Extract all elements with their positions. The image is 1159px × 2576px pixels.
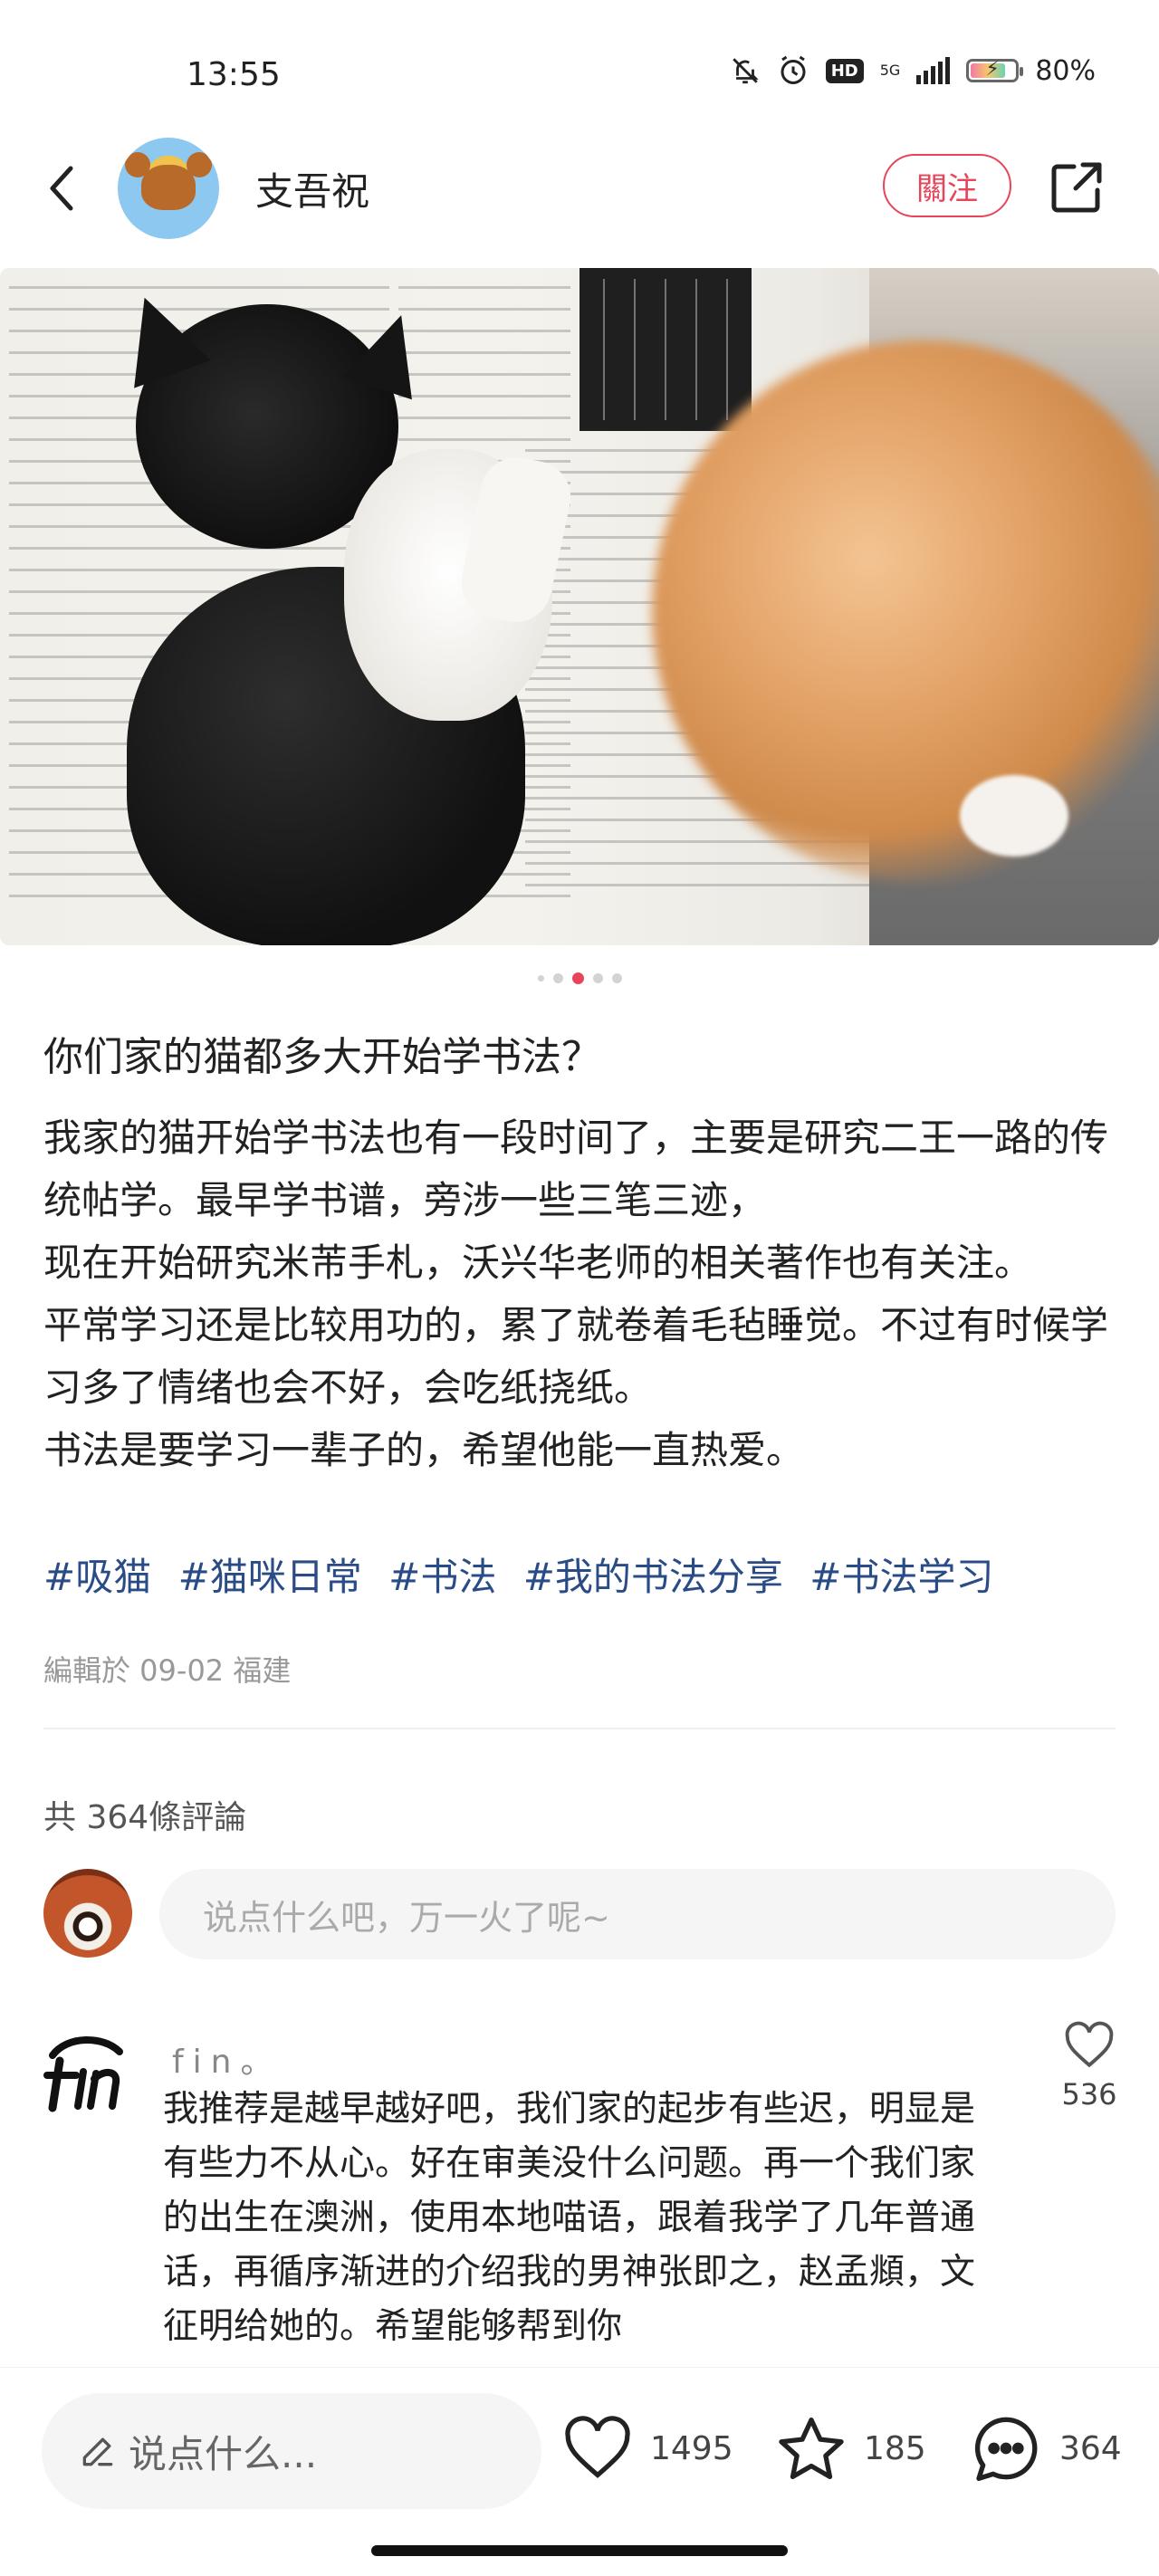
post-header: 支吾祝 關注: [0, 136, 1159, 254]
hashtag-link[interactable]: #吸猫: [43, 1555, 151, 1599]
comment-like-count: 536: [1061, 2077, 1117, 2112]
status-icons: HD 5G ⚡ 80%: [730, 54, 1096, 87]
post-body-paragraph: 书法是要学习一辈子的，希望他能一直热爱。: [43, 1428, 805, 1472]
comment-bubble-icon: [974, 2417, 1038, 2481]
back-arrow-icon[interactable]: [36, 161, 91, 215]
edit-meta: 編輯於 09-02 福建: [43, 1653, 292, 1688]
carousel-dot-active[interactable]: [571, 972, 584, 984]
comment-text: 我推荐是越早越好吧，我们家的起步有些迟，明显是有些力不从心。好在审美没什么问题。…: [163, 2089, 976, 2347]
battery-percent: 80%: [1035, 54, 1096, 87]
like-button[interactable]: 1495: [561, 2408, 733, 2489]
current-user-avatar: [43, 1869, 132, 1958]
hashtag-link[interactable]: #书法: [388, 1555, 496, 1599]
bottom-action-bar: 说点什么... 1495 185 364: [0, 2367, 1159, 2576]
bottom-input-label: 说点什么...: [129, 2431, 318, 2476]
post-title: 你们家的猫都多大开始学书法？: [43, 1034, 601, 1080]
comment-button[interactable]: 364: [969, 2408, 1122, 2489]
carousel-dot[interactable]: [611, 973, 622, 983]
network-label: 5G: [879, 62, 901, 79]
status-bar: 13:55 HD 5G ⚡ 80%: [0, 0, 1159, 136]
hashtag-link[interactable]: #猫咪日常: [178, 1555, 362, 1599]
star-icon: [779, 2417, 844, 2480]
signal-icon: [916, 57, 951, 84]
post-body: 我家的猫开始学书法也有一段时间了，主要是研究二王一路的传统帖学。最早学书谱，旁涉…: [43, 1106, 1116, 1481]
follow-button[interactable]: 關注: [883, 154, 1011, 217]
hd-icon: HD: [825, 58, 864, 83]
favorite-button[interactable]: 185: [775, 2408, 926, 2489]
pencil-icon: [82, 2437, 113, 2466]
author-name[interactable]: 支吾祝: [255, 161, 369, 216]
carousel-dot[interactable]: [552, 973, 563, 983]
hashtag-list: #吸猫 #猫咪日常 #书法 #我的书法分享 #书法学习: [43, 1550, 1130, 1604]
battery-icon: ⚡: [966, 58, 1024, 82]
comment-count: 共 364條評論: [43, 1799, 247, 1836]
comment-item: fin。 我推荐是越早越好吧，我们家的起步有些迟，明显是有些力不从心。好在审美没…: [0, 2021, 1159, 2363]
home-indicator[interactable]: [371, 2545, 788, 2556]
post-body-paragraph: 我家的猫开始学书法也有一段时间了，主要是研究二王一路的传统帖学。最早学书谱，旁涉…: [43, 1116, 1109, 1222]
post-photo[interactable]: [0, 268, 1159, 945]
author-avatar[interactable]: [118, 138, 219, 239]
divider: [43, 1728, 1116, 1729]
comment-like-button[interactable]: 536: [1058, 2021, 1121, 2139]
comment-input[interactable]: 说点什么吧，万一火了呢~: [159, 1869, 1116, 1959]
post-body-paragraph: 现在开始研究米芾手札，沃兴华老师的相关著作也有关注。: [43, 1240, 1033, 1285]
comment-total: 364: [1059, 2429, 1122, 2467]
status-time: 13:55: [187, 56, 281, 93]
hashtag-link[interactable]: #书法学习: [809, 1555, 993, 1599]
favorite-count: 185: [864, 2429, 926, 2467]
heart-icon: [565, 2416, 630, 2478]
charging-bolt-icon: ⚡: [985, 58, 1000, 81]
commenter-name[interactable]: fin。: [172, 2035, 283, 2083]
post-body-paragraph: 平常学习还是比较用功的，累了就卷着毛毡睡觉。不过有时候学习多了情绪也会不好，会吃…: [43, 1303, 1109, 1410]
like-count: 1495: [650, 2429, 733, 2467]
carousel-indicator[interactable]: [0, 972, 1159, 984]
carousel-dot[interactable]: [592, 973, 603, 983]
hashtag-link[interactable]: #我的书法分享: [523, 1555, 783, 1599]
alarm-icon: [781, 55, 806, 84]
bottom-comment-input[interactable]: 说点什么...: [42, 2393, 541, 2509]
carousel-dot[interactable]: [537, 975, 544, 982]
share-icon[interactable]: [1049, 159, 1105, 215]
commenter-avatar[interactable]: [40, 2028, 130, 2119]
mute-bell-icon: [732, 58, 759, 84]
heart-icon: [1065, 2021, 1114, 2068]
